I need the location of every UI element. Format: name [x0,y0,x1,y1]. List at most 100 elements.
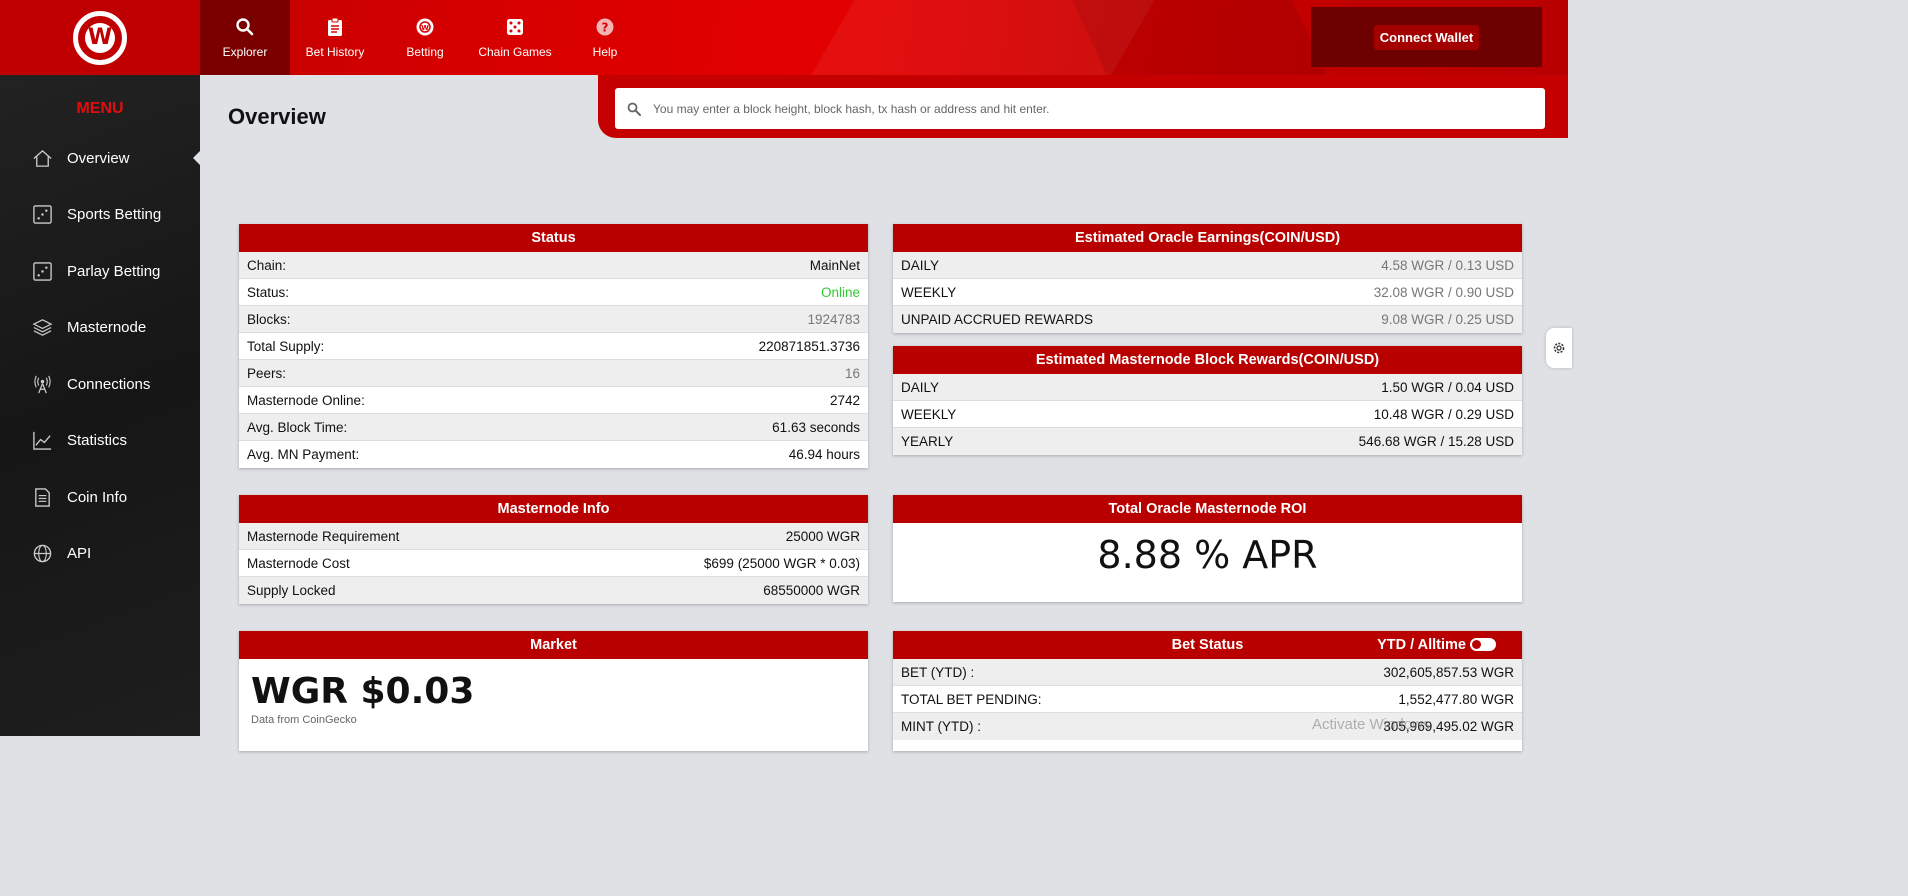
topnav-bet-history[interactable]: Bet History [290,0,380,75]
topnav-betting[interactable]: W Betting [380,0,470,75]
row-value: $699 (25000 WGR * 0.03) [703,555,860,571]
sidebar-item-label: Overview [67,149,130,167]
row-label: Avg. Block Time: [247,419,348,435]
row-label: UNPAID ACCRUED REWARDS [901,312,1094,327]
row-label: Avg. MN Payment: [247,447,360,462]
logo-area[interactable]: W [0,0,200,75]
row-label: Masternode Requirement [247,528,400,544]
help-icon: ? [596,18,614,35]
row-value: 16 [844,365,860,381]
topnav-label: Explorer [222,44,268,59]
search-panel [598,75,1568,138]
sidebar-item-label: Sports Betting [67,206,162,224]
status-row-avg-mn-payment: Avg. MN Payment: 46.94 hours [239,441,868,468]
row-label: BET (YTD) : [901,664,975,680]
row-value: 220871851.3736 [758,338,860,354]
card-title: Estimated Masternode Block Rewards(COIN/… [893,346,1522,374]
row-value: MainNet [809,257,860,273]
connect-wallet-button[interactable]: Connect Wallet [1373,24,1480,50]
bet-status-header: Bet Status YTD / Alltime [893,631,1522,659]
settings-tab[interactable] [1546,328,1572,368]
ytd-alltime-toggle[interactable] [1470,638,1496,651]
search-icon [236,17,254,35]
status-row-peers: Peers: 16 [239,360,868,387]
sidebar-item-label: Parlay Betting [67,262,161,280]
sidebar-item-coin-info[interactable]: Coin Info [0,469,200,526]
card-title: Bet Status [1171,637,1244,653]
home-icon [33,149,52,167]
row-label: Total Supply: [247,338,325,354]
mn-rewards-row-daily: DAILY 1.50 WGR / 0.04 USD [893,374,1522,401]
gear-icon [1553,342,1565,354]
row-label: MINT (YTD) : [901,719,981,734]
layers-icon [32,319,53,337]
roi-value: 8.88 % APR [1097,533,1318,577]
status-row-status: Status: Online [239,279,868,306]
search-icon [627,102,641,116]
search-box[interactable] [615,88,1545,129]
row-label: Status: [247,284,290,300]
topnav-help[interactable]: ? Help [560,0,650,75]
row-value: 25000 WGR [785,528,860,544]
row-label: Masternode Cost [247,555,350,571]
row-label: DAILY [901,257,940,273]
row-label: Supply Locked [247,583,336,598]
topnav-label: Betting [406,44,444,59]
mn-info-row-cost: Masternode Cost $699 (25000 WGR * 0.03) [239,550,868,577]
row-label: Chain: [247,257,287,273]
row-value: 546.68 WGR / 15.28 USD [1358,434,1514,449]
topnav-explorer[interactable]: Explorer [200,0,290,75]
dice-icon [507,18,523,35]
sidebar-item-label: Coin Info [67,488,128,506]
row-value: 1,552,477.80 WGR [1398,691,1514,707]
card-title: Total Oracle Masternode ROI [893,495,1522,523]
mn-rewards-row-yearly: YEARLY 546.68 WGR / 15.28 USD [893,428,1522,455]
antenna-icon [34,375,51,394]
row-value: 68550000 WGR [763,583,860,598]
sidebar-item-parlay-betting[interactable]: Parlay Betting [0,243,200,300]
row-value: 32.08 WGR / 0.90 USD [1373,284,1514,300]
row-value: 10.48 WGR / 0.29 USD [1373,406,1514,422]
sidebar-item-sports-betting[interactable]: Sports Betting [0,187,200,244]
row-label: WEEKLY [901,284,957,300]
status-row-blocks: Blocks: 1924783 [239,306,868,333]
row-label: WEEKLY [901,406,957,422]
oracle-row-weekly: WEEKLY 32.08 WGR / 0.90 USD [893,279,1522,306]
document-icon [35,487,50,507]
mn-rewards-card: Estimated Masternode Block Rewards(COIN/… [893,346,1522,455]
sidebar-item-connections[interactable]: Connections [0,356,200,413]
status-row-masternode-online: Masternode Online: 2742 [239,387,868,414]
page-title: Overview [228,104,326,129]
chart-icon [33,432,52,451]
row-label: Blocks: [247,311,291,327]
card-title: Masternode Info [239,495,868,523]
row-value: 4.58 WGR / 0.13 USD [1381,257,1514,273]
row-label: DAILY [901,379,940,395]
market-source: Data from CoinGecko [251,714,357,726]
status-card: Status Chain: MainNet Status: Online Block… [239,224,868,468]
oracle-row-unpaid: UNPAID ACCRUED REWARDS 9.08 WGR / 0.25 US… [893,306,1522,333]
sidebar-item-api[interactable]: API [0,526,200,583]
oracle-earnings-card: Estimated Oracle Earnings(COIN/USD) DAIL… [893,224,1522,333]
masternode-info-card: Masternode Info Masternode Requirement 25… [239,495,868,604]
sidebar-item-label: Connections [67,375,151,393]
topnav-chain-games[interactable]: Chain Games [470,0,560,75]
mn-info-row-supply-locked: Supply Locked 68550000 WGR [239,577,868,604]
status-row-chain: Chain: MainNet [239,252,868,279]
dice-icon [33,261,52,281]
wagerr-logo[interactable]: W [73,10,127,65]
sidebar-item-overview[interactable]: Overview [0,130,200,187]
mn-info-row-requirement: Masternode Requirement 25000 WGR [239,523,868,550]
bet-row-bet-ytd: BET (YTD) : 302,605,857.53 WGR [893,659,1522,686]
row-label: Masternode Online: [247,392,365,408]
sidebar-item-masternode[interactable]: Masternode [0,300,200,357]
card-title: Market [239,631,868,659]
sidebar-item-statistics[interactable]: Statistics [0,413,200,470]
wager-icon: W [416,18,434,35]
row-value: 1.50 WGR / 0.04 USD [1381,379,1514,395]
row-value: 302,605,857.53 WGR [1383,664,1514,680]
topnav-label: Chain Games [478,44,552,59]
roi-card: Total Oracle Masternode ROI 8.88 % APR [893,495,1522,602]
search-input[interactable] [653,101,1545,116]
wallet-panel: Connect Wallet [1311,7,1542,67]
